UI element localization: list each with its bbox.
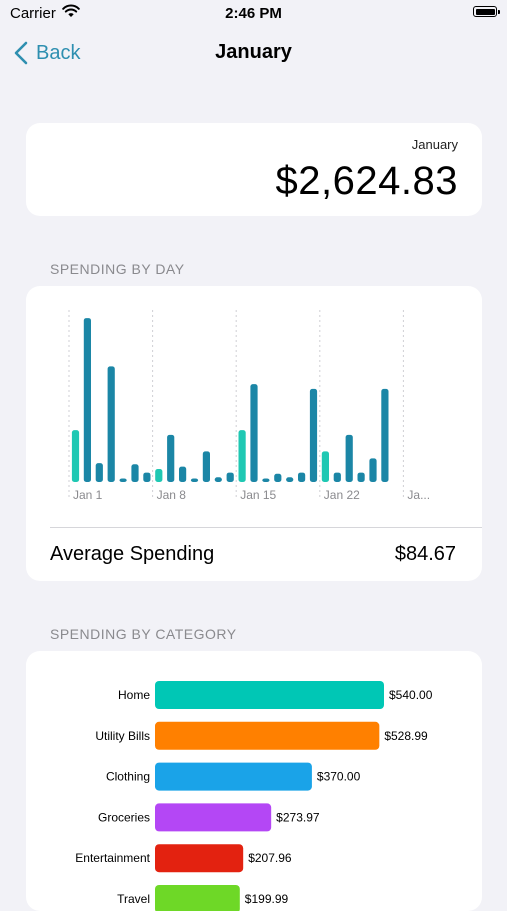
day-bar[interactable]: [309, 388, 318, 482]
day-bar[interactable]: [155, 469, 163, 482]
day-bar[interactable]: [345, 434, 353, 482]
page-title: January: [215, 41, 292, 63]
category-label: Groceries: [98, 810, 150, 824]
spending-by-day-card: Jan 1 Jan 8 Jan 15 Jan 22 Ja... Average Spen…: [26, 286, 482, 581]
average-spending-value: $84.67: [394, 543, 456, 565]
day-bar[interactable]: [179, 466, 187, 482]
day-bar[interactable]: [357, 472, 365, 482]
day-tick-label: Jan 15: [240, 488, 276, 502]
day-bar[interactable]: [107, 366, 115, 482]
category-bar[interactable]: [155, 803, 272, 832]
status-bar: Carrier 2:46 PM: [0, 0, 507, 28]
day-bar[interactable]: [167, 434, 175, 482]
day-bar[interactable]: [333, 472, 341, 482]
day-bar[interactable]: [286, 477, 294, 482]
spending-by-category-header: SPENDING BY CATEGORY: [50, 626, 237, 642]
category-value-label: $528.99: [384, 729, 428, 743]
day-bar[interactable]: [71, 430, 80, 482]
spending-by-category-card: Home $540.00 Utility Bills $528.99 Clothing $…: [26, 651, 482, 911]
total-amount: $2,624.83: [275, 159, 458, 203]
category-bar[interactable]: [155, 762, 312, 791]
day-bar[interactable]: [262, 478, 270, 482]
category-bar[interactable]: [155, 844, 244, 873]
spending-by-category-chart[interactable]: Home $540.00 Utility Bills $528.99 Clothing $…: [26, 651, 482, 911]
day-bar[interactable]: [226, 472, 234, 482]
total-card: January $2,624.83: [26, 123, 482, 216]
day-tick-label: Jan 1: [73, 488, 103, 502]
category-value-label: $273.97: [276, 810, 320, 824]
day-bar[interactable]: [274, 473, 282, 482]
day-bar[interactable]: [238, 430, 246, 482]
category-bar[interactable]: [155, 885, 240, 911]
day-bar[interactable]: [214, 477, 222, 482]
day-bar[interactable]: [369, 458, 377, 482]
day-tick-label: Jan 22: [324, 488, 360, 502]
day-bar[interactable]: [321, 451, 329, 482]
category-value-label: $207.96: [248, 851, 292, 865]
category-label: Utility Bills: [95, 729, 150, 743]
category-value-label: $199.99: [245, 892, 289, 906]
category-label: Travel: [117, 892, 150, 906]
day-bar[interactable]: [131, 464, 139, 482]
day-bar[interactable]: [83, 318, 91, 482]
day-bar[interactable]: [298, 472, 306, 482]
divider: [50, 527, 482, 528]
category-value-label: $540.00: [389, 688, 433, 702]
day-bar[interactable]: [143, 472, 151, 482]
battery-icon: [473, 6, 500, 17]
category-bar[interactable]: [155, 721, 380, 750]
spending-by-day-header: SPENDING BY DAY: [50, 261, 185, 277]
day-tick-label: Ja...: [407, 488, 430, 502]
category-value-label: $370.00: [317, 770, 361, 784]
day-bar[interactable]: [381, 388, 389, 482]
category-label: Entertainment: [75, 851, 150, 865]
day-bar[interactable]: [95, 463, 103, 482]
day-bar[interactable]: [250, 384, 258, 482]
total-month-label: January: [411, 137, 458, 152]
category-bar[interactable]: [155, 681, 384, 709]
category-label: Clothing: [106, 770, 150, 784]
day-bar[interactable]: [190, 478, 199, 482]
status-time: 2:46 PM: [225, 5, 282, 22]
day-bar[interactable]: [119, 478, 127, 482]
category-label: Home: [118, 688, 150, 702]
day-tick-label: Jan 8: [157, 488, 187, 502]
average-spending-label: Average Spending: [50, 543, 215, 565]
day-bar[interactable]: [202, 451, 210, 482]
spending-by-day-chart[interactable]: Jan 1 Jan 8 Jan 15 Jan 22 Ja...: [26, 286, 482, 511]
